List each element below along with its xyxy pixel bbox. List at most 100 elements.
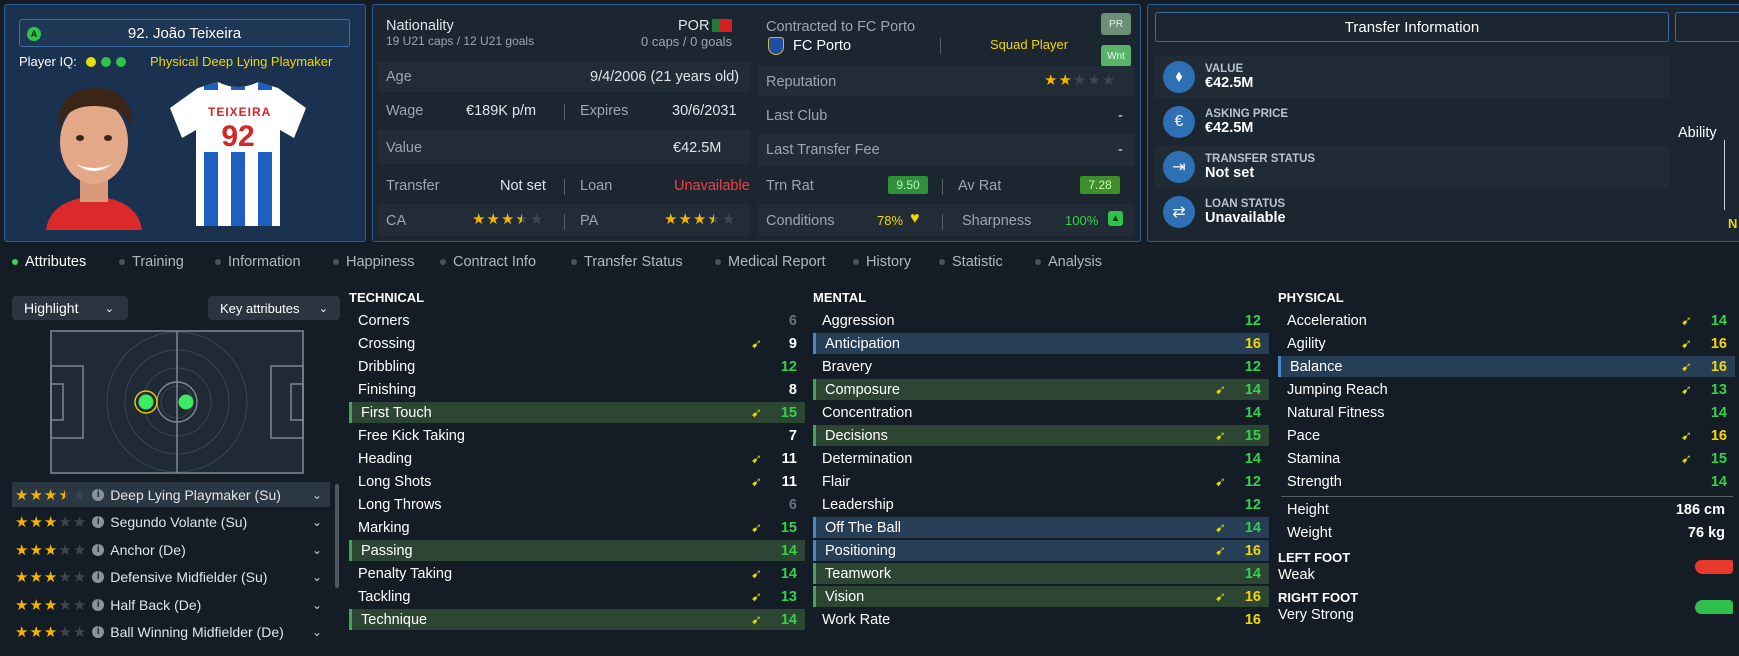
attribute-row[interactable]: Flair ➹ 12 bbox=[813, 471, 1269, 492]
chevron-down-icon[interactable]: ⌄ bbox=[312, 543, 322, 557]
attribute-row[interactable]: Free Kick Taking 7 bbox=[349, 425, 805, 446]
info-icon[interactable]: i bbox=[92, 516, 105, 528]
transfer-info-title-box[interactable]: Transfer Information bbox=[1155, 12, 1669, 42]
ability-tab[interactable] bbox=[1675, 12, 1739, 42]
attribute-row[interactable]: Tackling ➹ 13 bbox=[349, 586, 805, 607]
value-info-row: ⬧ VALUE €42.5M bbox=[1155, 56, 1669, 98]
tab-statistic[interactable]: Statistic bbox=[939, 254, 1003, 270]
progress-arrow-icon: ➹ bbox=[1681, 450, 1692, 466]
attribute-name: Long Shots bbox=[358, 473, 432, 490]
attribute-row[interactable]: Technique ➹ 14 bbox=[349, 609, 805, 630]
age-label: Age bbox=[386, 69, 412, 85]
chevron-down-icon[interactable]: ⌄ bbox=[312, 625, 322, 639]
player-name-box[interactable]: 92. João Teixeira bbox=[19, 19, 350, 47]
ca-label: CA bbox=[386, 213, 407, 229]
attribute-row[interactable]: Passing 14 bbox=[349, 540, 805, 561]
tab-information[interactable]: Information bbox=[215, 254, 301, 270]
tab-history[interactable]: History bbox=[853, 254, 911, 270]
attribute-row[interactable]: Acceleration ➹ 14 bbox=[1278, 310, 1735, 331]
attribute-row[interactable]: Work Rate 16 bbox=[813, 609, 1269, 630]
tab-training[interactable]: Training bbox=[119, 254, 184, 270]
attribute-name: Flair bbox=[822, 473, 851, 490]
value-value: €42.5M bbox=[673, 140, 722, 156]
role-name: Anchor (De) bbox=[110, 541, 186, 558]
attribute-row[interactable]: Heading ➹ 11 bbox=[349, 448, 805, 469]
attribute-row[interactable]: Jumping Reach ➹ 13 bbox=[1278, 379, 1735, 400]
info-icon[interactable]: i bbox=[92, 598, 105, 611]
transfer-label: Transfer bbox=[386, 178, 440, 194]
key-attributes-dropdown[interactable]: Key attributes ⌄ bbox=[208, 296, 340, 320]
attribute-row[interactable]: Stamina ➹ 15 bbox=[1278, 448, 1735, 469]
chevron-down-icon[interactable]: ⌄ bbox=[312, 598, 322, 612]
progress-arrow-icon: ➹ bbox=[1681, 381, 1692, 397]
progress-arrow-icon: ➹ bbox=[1681, 427, 1692, 443]
info-icon[interactable]: i bbox=[92, 571, 105, 583]
chevron-down-icon[interactable]: ⌄ bbox=[312, 515, 322, 529]
ability-label: Ability bbox=[1678, 125, 1717, 141]
tab-medical-report[interactable]: Medical Report bbox=[715, 254, 826, 270]
attribute-row[interactable]: Decisions ➹ 15 bbox=[813, 425, 1269, 446]
club-name[interactable]: FC Porto bbox=[793, 38, 851, 54]
attribute-row[interactable]: Concentration 14 bbox=[813, 402, 1269, 423]
chevron-down-icon[interactable]: ⌄ bbox=[312, 488, 322, 502]
tab-contract-info[interactable]: Contract Info bbox=[440, 254, 536, 270]
attribute-name: Composure bbox=[825, 381, 900, 398]
left-foot-value: Weak bbox=[1278, 567, 1315, 583]
attribute-name: Free Kick Taking bbox=[358, 427, 465, 444]
pr-badge[interactable]: PR bbox=[1101, 13, 1131, 35]
attribute-row[interactable]: Long Shots ➹ 11 bbox=[349, 471, 805, 492]
info-icon[interactable]: i bbox=[92, 488, 105, 501]
attribute-row[interactable]: Teamwork 14 bbox=[813, 563, 1269, 584]
attribute-row[interactable]: Off The Ball ➹ 14 bbox=[813, 517, 1269, 538]
attribute-row[interactable]: Vision ➹ 16 bbox=[813, 586, 1269, 607]
loan-status-row: ⇄ LOAN STATUS Unavailable bbox=[1155, 191, 1669, 233]
attribute-value: 13 bbox=[1710, 381, 1727, 398]
attribute-row[interactable]: Penalty Taking ➹ 14 bbox=[349, 563, 805, 584]
tab-analysis[interactable]: Analysis bbox=[1035, 254, 1102, 270]
attribute-row[interactable]: Determination 14 bbox=[813, 448, 1269, 469]
attribute-row[interactable]: Crossing ➹ 9 bbox=[349, 333, 805, 354]
shirt-name: TEIXEIRA bbox=[208, 105, 272, 119]
attribute-row[interactable]: Strength 14 bbox=[1278, 471, 1735, 492]
tab-happiness[interactable]: Happiness bbox=[333, 254, 415, 270]
attribute-row[interactable]: Long Throws 6 bbox=[349, 494, 805, 515]
attribute-row[interactable]: Dribbling 12 bbox=[349, 356, 805, 377]
chevron-down-icon[interactable]: ⌄ bbox=[312, 570, 322, 584]
attribute-row[interactable]: Agility ➹ 16 bbox=[1278, 333, 1735, 354]
role-row[interactable]: ★ ★ ★ ★ ★ i Deep Lying Playmaker (Su) ⌄ bbox=[12, 482, 330, 507]
tab-attributes[interactable]: Attributes bbox=[12, 254, 86, 270]
attribute-row[interactable]: First Touch ➹ 15 bbox=[349, 402, 805, 423]
attribute-row[interactable]: Natural Fitness 14 bbox=[1278, 402, 1735, 423]
role-row[interactable]: ★ ★ ★ ★ ★ i Half Back (De) ⌄ bbox=[12, 592, 330, 617]
squad-status: Squad Player bbox=[990, 37, 1069, 52]
attribute-row[interactable]: Bravery 12 bbox=[813, 356, 1269, 377]
wnt-badge[interactable]: Wnt bbox=[1101, 45, 1131, 67]
attribute-row[interactable]: Leadership 12 bbox=[813, 494, 1269, 515]
attribute-value: 15 bbox=[1244, 427, 1261, 444]
attribute-row[interactable]: Positioning ➹ 16 bbox=[813, 540, 1269, 561]
progress-arrow-icon: ➹ bbox=[1215, 427, 1226, 443]
attribute-name: Jumping Reach bbox=[1287, 381, 1388, 398]
attribute-row[interactable]: Balance ➹ 16 bbox=[1278, 356, 1735, 377]
role-row[interactable]: ★ ★ ★ ★ ★ i Ball Winning Midfielder (De) ⌄ bbox=[12, 620, 330, 645]
info-icon[interactable]: i bbox=[92, 626, 105, 638]
attribute-row[interactable]: Pace ➹ 16 bbox=[1278, 425, 1735, 446]
role-row[interactable]: ★ ★ ★ ★ ★ i Anchor (De) ⌄ bbox=[12, 537, 330, 562]
wage-label: Wage bbox=[386, 103, 424, 119]
attribute-row[interactable]: Anticipation 16 bbox=[813, 333, 1269, 354]
roles-scrollbar[interactable] bbox=[335, 484, 339, 588]
attribute-name: Passing bbox=[361, 542, 413, 559]
asking-price-row: € ASKING PRICE €42.5M bbox=[1155, 101, 1669, 143]
attribute-name: Balance bbox=[1290, 358, 1343, 375]
attribute-row[interactable]: Finishing 8 bbox=[349, 379, 805, 400]
attribute-row[interactable]: Marking ➹ 15 bbox=[349, 517, 805, 538]
attribute-row[interactable]: Aggression 12 bbox=[813, 310, 1269, 331]
tab-transfer-status[interactable]: Transfer Status bbox=[571, 254, 683, 270]
attribute-name: Positioning bbox=[825, 542, 896, 559]
info-icon[interactable]: i bbox=[92, 543, 105, 556]
role-row[interactable]: ★ ★ ★ ★ ★ i Segundo Volante (Su) ⌄ bbox=[12, 510, 330, 535]
attribute-row[interactable]: Composure ➹ 14 bbox=[813, 379, 1269, 400]
highlight-dropdown[interactable]: Highlight ⌄ bbox=[12, 296, 128, 320]
role-row[interactable]: ★ ★ ★ ★ ★ i Defensive Midfielder (Su) ⌄ bbox=[12, 565, 330, 590]
attribute-row[interactable]: Corners 6 bbox=[349, 310, 805, 331]
